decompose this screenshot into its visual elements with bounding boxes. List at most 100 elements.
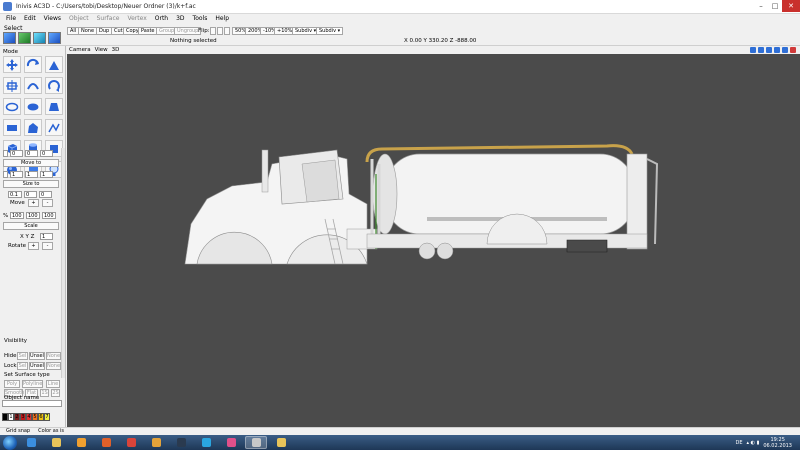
tray-icons[interactable]: ▴ ◐ ▮ (747, 440, 760, 446)
circle-mode-icon[interactable] (3, 98, 21, 115)
explorer-icon[interactable] (45, 436, 67, 449)
hide-none-button[interactable]: None (46, 352, 61, 360)
folder-icon[interactable] (270, 436, 292, 449)
rotate-plus-button[interactable]: + (28, 242, 39, 250)
locale-indicator[interactable]: DE (736, 440, 743, 446)
close-button[interactable]: ✕ (782, 0, 800, 12)
select-vertex-icon[interactable] (3, 32, 16, 44)
rotate-minus-button[interactable]: - (42, 242, 53, 250)
color-as-is-toggle[interactable]: Color as is (38, 428, 64, 435)
menu-help[interactable]: Help (211, 14, 233, 24)
skype-icon[interactable] (195, 436, 217, 449)
game-icon[interactable] (145, 436, 167, 449)
media-player-icon[interactable] (70, 436, 92, 449)
move-mode-icon[interactable] (3, 56, 21, 73)
move-step-x-input[interactable]: 0.1 (8, 191, 22, 198)
viewport-rotate-icon[interactable] (750, 47, 756, 53)
viewport-fit-icon[interactable] (782, 47, 788, 53)
viewport-pan-icon[interactable] (758, 47, 764, 53)
size-to-button[interactable]: Size to (3, 180, 59, 188)
select-none-button[interactable]: None (78, 27, 98, 35)
axis-checkboxes[interactable]: X Y Z (20, 234, 34, 240)
scale-button[interactable]: Scale (3, 222, 59, 230)
hide-sel-button[interactable]: Sel (17, 352, 28, 360)
menu-edit[interactable]: Edit (20, 14, 40, 24)
move-step-z-input[interactable]: 0 (39, 191, 52, 198)
menu-vertex[interactable]: Vertex (123, 14, 150, 24)
scale-x-input[interactable]: 100 (10, 212, 24, 219)
surface-polyline-button[interactable]: Polyline (22, 380, 43, 388)
menu-3d[interactable]: 3D (172, 14, 188, 24)
polygon-mode-icon[interactable] (24, 119, 42, 136)
subdiv-dropdown-2[interactable]: Subdiv ▾ (316, 27, 344, 35)
viewport-zoom-icon[interactable] (766, 47, 772, 53)
panel-scrollbar[interactable] (61, 148, 65, 378)
color-swatch[interactable]: 7 (44, 413, 50, 421)
viewport-reset-icon[interactable] (774, 47, 780, 53)
viewport-menu-view[interactable]: View (95, 46, 108, 54)
minimize-button[interactable]: – (754, 0, 768, 12)
move-to-button[interactable]: Move to (3, 159, 59, 167)
menu-object[interactable]: Object (65, 14, 93, 24)
move-plus-button[interactable]: + (28, 199, 39, 207)
size-z-input[interactable]: 1 (40, 171, 53, 178)
surface-poly-button[interactable]: Poly (4, 380, 20, 388)
flip-z-button[interactable] (224, 27, 230, 35)
lock-sel-button[interactable]: Sel (17, 362, 28, 370)
select-object-icon[interactable] (18, 32, 31, 44)
move-step-y-input[interactable]: 0 (24, 191, 37, 198)
ie-icon[interactable] (20, 436, 42, 449)
app-icon-pink[interactable] (220, 436, 242, 449)
menu-orth[interactable]: Orth (151, 14, 172, 24)
firefox-icon[interactable] (95, 436, 117, 449)
3d-viewport[interactable]: Camera View 3D (67, 46, 800, 427)
scale-y-input[interactable]: 100 (26, 212, 40, 219)
move-x-input[interactable]: 0 (10, 150, 23, 157)
ac3d-task-icon[interactable] (245, 436, 267, 449)
move-dropdown[interactable] (3, 150, 8, 157)
steam-icon[interactable] (170, 436, 192, 449)
select-surface-icon[interactable] (48, 32, 61, 44)
spin-mode-icon[interactable] (45, 77, 63, 94)
one-sided-button[interactable]: 1S (40, 389, 49, 397)
extrude-mode-icon[interactable] (45, 56, 63, 73)
menu-views[interactable]: Views (40, 14, 65, 24)
viewport-menu-camera[interactable]: Camera (69, 46, 91, 54)
lock-none-button[interactable]: None (46, 362, 61, 370)
viewport-menu-3d[interactable]: 3D (112, 46, 120, 54)
duplicate-button[interactable]: Dup (96, 27, 113, 35)
select-group-icon[interactable] (33, 32, 46, 44)
bend-mode-icon[interactable] (24, 77, 42, 94)
rotate-mode-icon[interactable] (24, 56, 42, 73)
rotate-input[interactable]: 1 (40, 233, 53, 240)
drag-mode-icon[interactable] (3, 77, 21, 94)
clock[interactable]: 19:25 06.02.2013 (763, 437, 792, 449)
move-z-input[interactable]: 0 (40, 150, 53, 157)
surface-line-button[interactable]: Line (46, 380, 60, 388)
lock-unsel-button[interactable]: Unsel (29, 362, 45, 370)
trapezoid-mode-icon[interactable] (45, 98, 63, 115)
size-dropdown[interactable] (3, 171, 8, 178)
move-y-input[interactable]: 0 (25, 150, 38, 157)
grid-snap-toggle[interactable]: Grid snap (6, 428, 30, 435)
rectangle-mode-icon[interactable] (3, 119, 21, 136)
paste-button[interactable]: Paste (138, 27, 158, 35)
size-x-input[interactable]: 1 (10, 171, 23, 178)
viewport-close-icon[interactable] (790, 47, 796, 53)
move-minus-button[interactable]: - (42, 199, 53, 207)
line-mode-icon[interactable] (45, 119, 63, 136)
flip-x-button[interactable] (210, 27, 216, 35)
chrome-icon[interactable] (120, 436, 142, 449)
menu-surface[interactable]: Surface (93, 14, 124, 24)
hide-unsel-button[interactable]: Unsel (29, 352, 45, 360)
disk-mode-icon[interactable] (24, 98, 42, 115)
flip-y-button[interactable] (217, 27, 223, 35)
start-button-icon[interactable] (3, 435, 17, 450)
two-sided-button[interactable]: 2S (51, 389, 60, 397)
scale-z-input[interactable]: 100 (42, 212, 56, 219)
size-y-input[interactable]: 1 (25, 171, 38, 178)
menu-file[interactable]: File (2, 14, 20, 24)
object-name-input[interactable] (2, 400, 62, 407)
menu-tools[interactable]: Tools (189, 14, 212, 24)
maximize-button[interactable]: □ (768, 0, 782, 12)
